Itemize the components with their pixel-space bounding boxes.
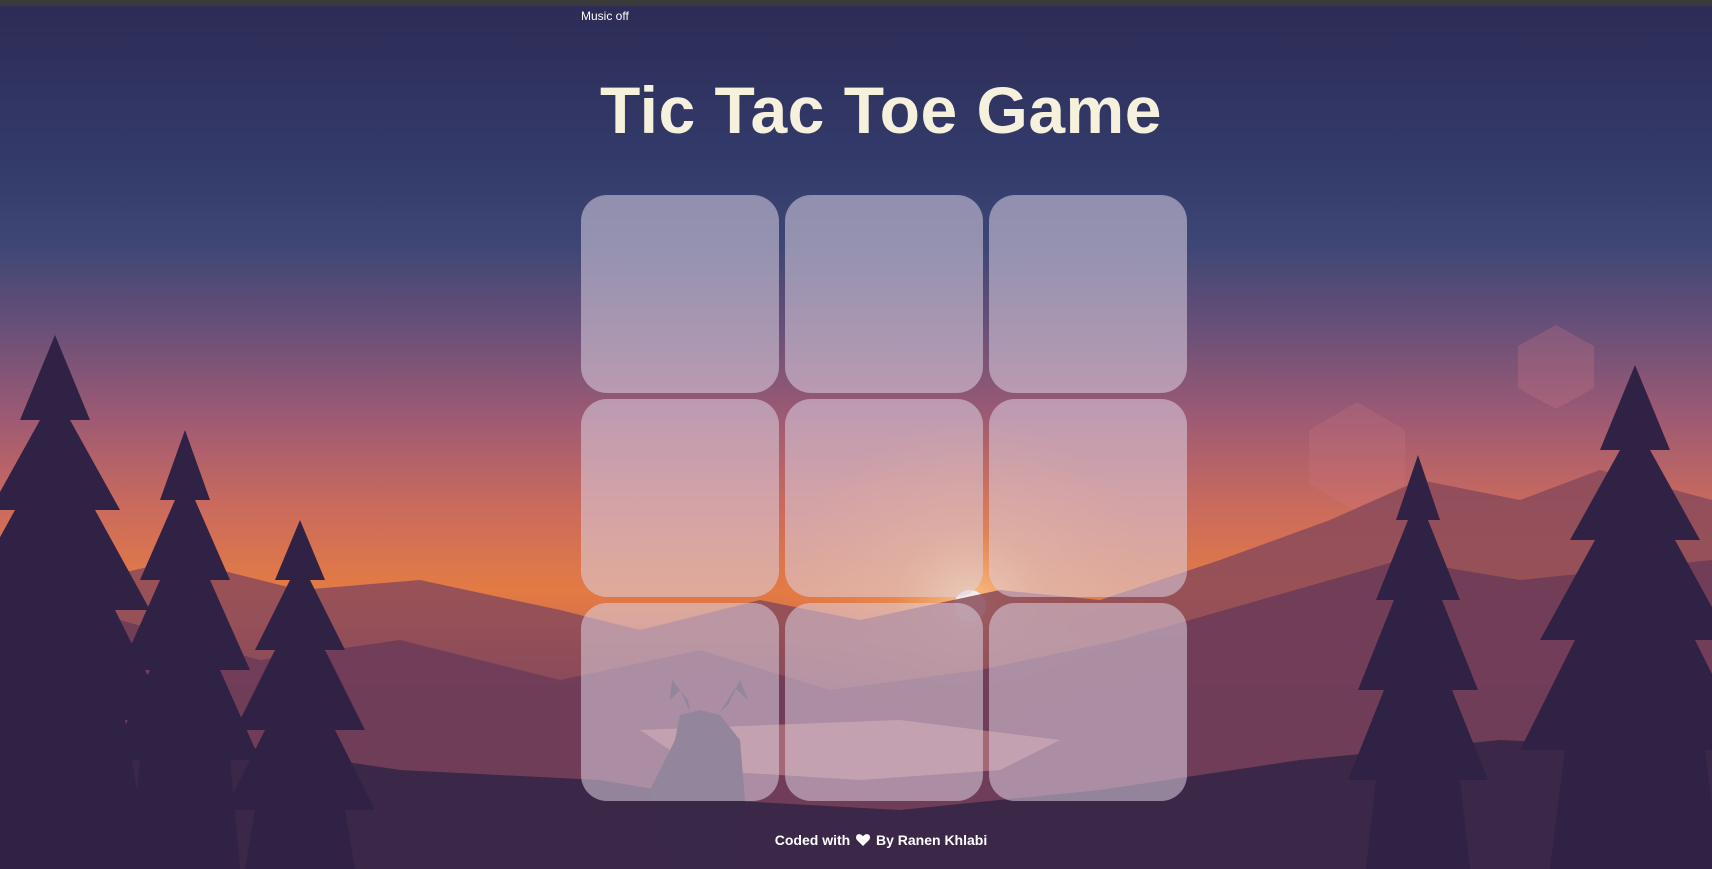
game-board <box>581 195 1187 801</box>
board-cell-6[interactable] <box>989 399 1187 597</box>
music-toggle-button[interactable]: Music off <box>581 9 629 23</box>
board-cell-3[interactable] <box>989 195 1187 393</box>
footer-suffix: By Ranen Khlabi <box>875 832 988 848</box>
footer-credit: Coded with By Ranen Khlabi <box>0 832 1712 848</box>
board-cell-7[interactable] <box>581 603 779 801</box>
board-cell-2[interactable] <box>785 195 983 393</box>
board-cell-4[interactable] <box>581 399 779 597</box>
board-cell-1[interactable] <box>581 195 779 393</box>
left-pine-trees <box>0 335 375 869</box>
board-cell-9[interactable] <box>989 603 1187 801</box>
hexagon-bokeh <box>1518 325 1594 409</box>
heart-icon <box>856 832 871 848</box>
board-cell-5[interactable] <box>785 399 983 597</box>
board-cell-8[interactable] <box>785 603 983 801</box>
top-bar <box>0 0 1712 6</box>
footer-prefix: Coded with <box>774 832 851 848</box>
page-title: Tic Tac Toe Game <box>600 73 1162 147</box>
game-page: Music off Tic Tac Toe Game Coded with By… <box>0 0 1712 869</box>
